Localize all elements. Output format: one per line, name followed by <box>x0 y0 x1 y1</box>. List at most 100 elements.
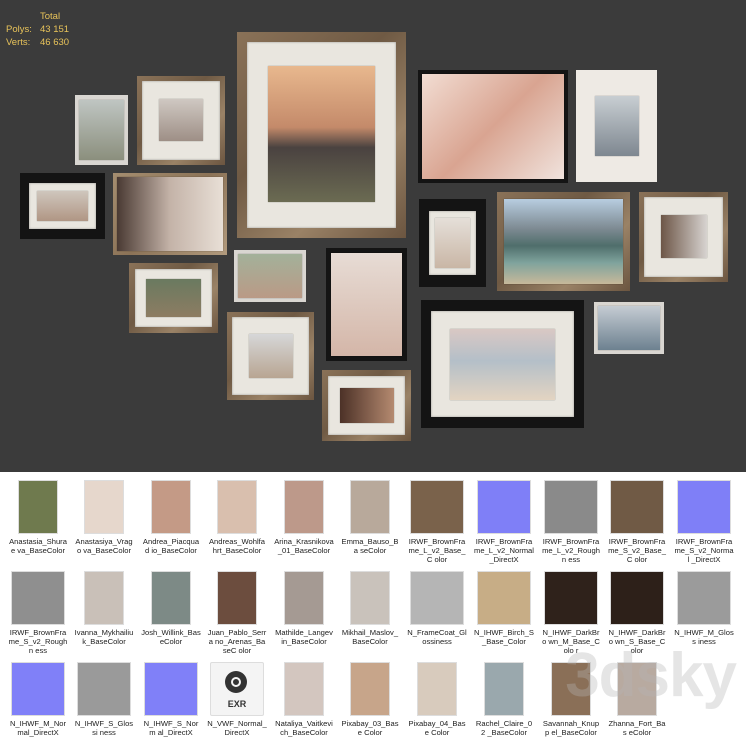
texture-thumbnail <box>410 571 464 625</box>
texture-filename: N_IHWF_S_Norm al_DirectX <box>143 719 199 737</box>
photo-frame[interactable] <box>418 70 568 183</box>
texture-filename: IRWF_BrownFra me_L_v2_Base_C olor <box>408 537 466 564</box>
texture-thumbnail <box>217 571 257 625</box>
photo-frame[interactable] <box>326 248 407 361</box>
frame-photo <box>159 99 203 141</box>
texture-item[interactable]: IRWF_BrownFra me_L_v2_Base_C olor <box>407 480 467 564</box>
texture-item[interactable]: EXR N_VWF_Normal_ DirectX <box>207 662 267 737</box>
texture-item[interactable]: N_IHWF_S_Norm al_DirectX <box>141 662 201 737</box>
texture-filename: Mathilde_Langev in_BaseColor <box>275 628 333 646</box>
texture-item[interactable]: Mikhail_Maslov_ BaseColor <box>340 571 400 646</box>
frame-photo <box>331 253 402 356</box>
texture-item[interactable]: IRWF_BrownFra me_S_v2_Roughn ess <box>8 571 68 655</box>
texture-item[interactable]: Anastasia_Shurae va_BaseColor <box>8 480 68 555</box>
texture-thumbnail <box>350 480 390 534</box>
texture-item[interactable]: Andrea_Piacquad io_BaseColor <box>141 480 201 555</box>
texture-thumbnail <box>484 662 524 716</box>
frame-photo <box>504 199 623 284</box>
photo-frame[interactable] <box>129 263 218 333</box>
texture-thumbnail <box>417 662 457 716</box>
frame-photo <box>661 215 707 258</box>
frame-photo <box>268 66 375 202</box>
texture-item[interactable]: Mathilde_Langev in_BaseColor <box>274 571 334 646</box>
texture-filename: Josh_Willink_Bas eColor <box>141 628 201 646</box>
photo-frame[interactable] <box>113 173 227 255</box>
texture-thumbnail <box>144 662 198 716</box>
photo-frame[interactable] <box>322 370 411 441</box>
photo-frame[interactable] <box>497 192 630 291</box>
verts-label: Verts: <box>6 37 31 48</box>
texture-filename: IRWF_BrownFra me_L_v2_Normal _DirectX <box>474 537 534 564</box>
frame-photo <box>146 279 201 317</box>
texture-thumbnail <box>284 571 324 625</box>
aperture-icon <box>225 671 247 693</box>
texture-filename: Savannah_Knupp el_BaseColor <box>542 719 600 737</box>
texture-filename: N_VWF_Normal_ DirectX <box>207 719 267 737</box>
texture-thumbnail <box>18 480 58 534</box>
photo-frame[interactable] <box>576 70 657 182</box>
texture-filename: Juan_Pablo_Serra no_Arenas_BaseC olor <box>207 628 267 655</box>
photo-frame[interactable] <box>137 76 225 165</box>
texture-thumbnail <box>151 480 191 534</box>
texture-item[interactable]: Ivanna_Mykhailiu k_BaseColor <box>74 571 134 646</box>
texture-thumbnail <box>677 480 731 534</box>
photo-frame[interactable] <box>75 95 128 165</box>
texture-thumbnail <box>77 662 131 716</box>
texture-item[interactable]: Arina_Krasnikova _01_BaseColor <box>274 480 334 555</box>
texture-item[interactable]: IRWF_BrownFra me_S_v2_Base_C olor <box>607 480 667 564</box>
photo-frame[interactable] <box>421 300 584 428</box>
texture-thumbnail <box>284 480 324 534</box>
texture-item[interactable]: IRWF_BrownFra me_S_v2_Normal _DirectX <box>674 480 734 564</box>
photo-frame[interactable] <box>237 32 406 238</box>
texture-item[interactable]: Pixabay_04_Base Color <box>407 662 467 737</box>
texture-thumbnail <box>84 571 124 625</box>
texture-item[interactable]: Nataliya_Vaitkevi ch_BaseColor <box>274 662 334 737</box>
texture-item[interactable]: Pixabay_03_Base Color <box>340 662 400 737</box>
texture-thumbnail <box>350 662 390 716</box>
3d-viewport[interactable]: Total Polys: 43 151 Verts: 46 630 <box>0 0 746 472</box>
photo-frame[interactable] <box>594 302 664 354</box>
texture-filename: Pixabay_03_Base Color <box>341 719 399 737</box>
texture-thumbnail <box>477 571 531 625</box>
texture-item[interactable]: N_IHWF_S_Glossi ness <box>74 662 134 737</box>
texture-item[interactable]: Juan_Pablo_Serra no_Arenas_BaseC olor <box>207 571 267 655</box>
stats-total-label: Total <box>40 11 61 22</box>
photo-frame[interactable] <box>20 173 105 239</box>
frame-photo <box>340 388 394 423</box>
texture-item[interactable]: N_IHWF_Birch_S _Base_Color <box>474 571 534 646</box>
verts-value: 46 630 <box>40 37 70 48</box>
texture-item[interactable]: N_IHWF_M_Gloss iness <box>674 571 734 646</box>
texture-item[interactable]: Josh_Willink_Bas eColor <box>141 571 201 646</box>
watermark: 3dsky <box>565 641 737 710</box>
texture-item[interactable]: N_IHWF_M_Nor mal_DirectX <box>8 662 68 737</box>
texture-filename: Pixabay_04_Base Color <box>408 719 466 737</box>
texture-thumbnail <box>217 480 257 534</box>
frame-photo <box>249 334 293 378</box>
texture-filename: Rachel_Claire_02 _BaseColor <box>475 719 533 737</box>
texture-filename: IRWF_BrownFra me_S_v2_Normal _DirectX <box>674 537 734 564</box>
photo-frame[interactable] <box>639 192 728 282</box>
texture-thumbnail <box>410 480 464 534</box>
texture-item[interactable]: Andreas_Wohlfa hrt_BaseColor <box>207 480 267 555</box>
photo-frame[interactable] <box>234 250 306 302</box>
texture-item[interactable]: Emma_Bauso_Ba seColor <box>340 480 400 555</box>
polys-label: Polys: <box>6 24 32 35</box>
texture-item[interactable]: IRWF_BrownFra me_L_v2_Roughn ess <box>541 480 601 564</box>
texture-filename: N_FrameCoat_Gl ossiness <box>407 628 467 646</box>
texture-filename: Ivanna_Mykhailiu k_BaseColor <box>74 628 134 646</box>
photo-frame[interactable] <box>227 312 314 400</box>
texture-item[interactable]: Anastasiya_Vrago va_BaseColor <box>74 480 134 555</box>
texture-thumbnail <box>84 480 124 534</box>
texture-thumbnail <box>677 571 731 625</box>
texture-item[interactable]: IRWF_BrownFra me_L_v2_Normal _DirectX <box>474 480 534 564</box>
frame-photo <box>450 329 555 400</box>
texture-filename: Arina_Krasnikova _01_BaseColor <box>274 537 334 555</box>
texture-filename: Zhanna_Fort_Bas eColor <box>608 719 666 737</box>
frame-photo <box>595 96 639 156</box>
photo-frame[interactable] <box>419 199 486 287</box>
polys-value: 43 151 <box>40 24 70 35</box>
texture-item[interactable]: N_FrameCoat_Gl ossiness <box>407 571 467 646</box>
texture-filename: IRWF_BrownFra me_S_v2_Base_C olor <box>608 537 666 564</box>
texture-thumbnail <box>477 480 531 534</box>
texture-item[interactable]: Rachel_Claire_02 _BaseColor <box>474 662 534 737</box>
